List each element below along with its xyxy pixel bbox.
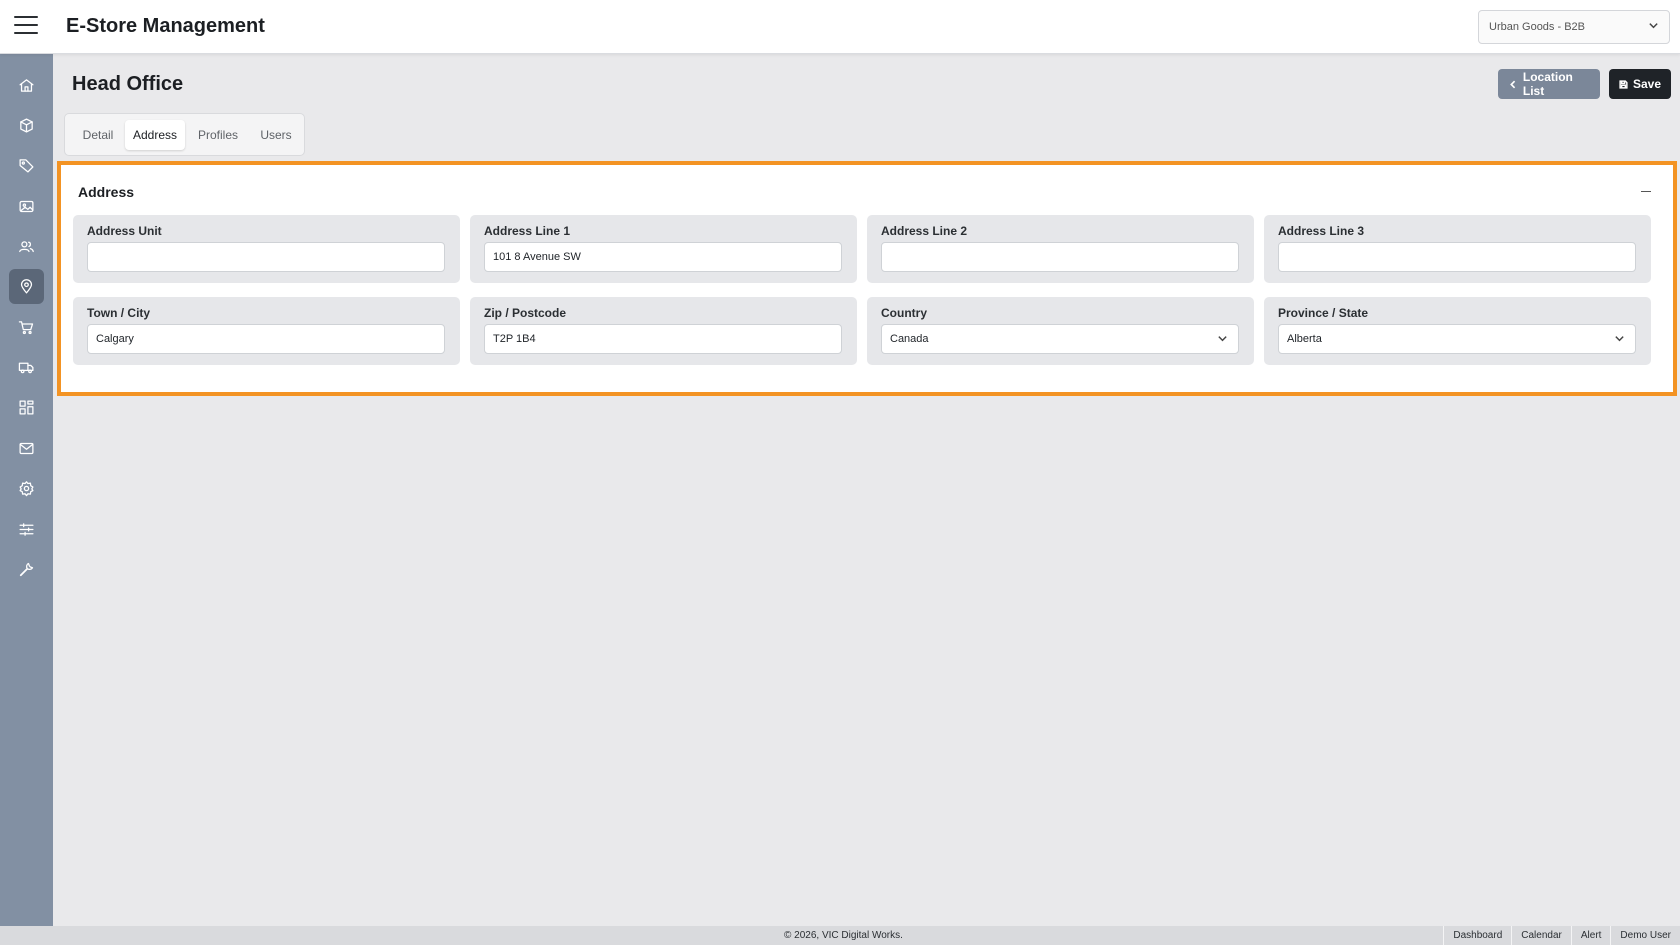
location-list-label: Location List <box>1522 70 1573 98</box>
sidebar-item-media[interactable] <box>9 189 44 224</box>
address-unit-input[interactable] <box>87 242 445 272</box>
field-label: Address Unit <box>87 224 162 238</box>
footer-link-dashboard[interactable]: Dashboard <box>1443 926 1511 945</box>
footer-links: Dashboard Calendar Alert Demo User <box>1443 926 1680 945</box>
wrench-icon <box>19 562 34 577</box>
chevron-down-icon <box>1614 333 1625 347</box>
address-line-3-input[interactable] <box>1278 242 1636 272</box>
tag-icon <box>19 159 34 173</box>
collapse-icon[interactable] <box>1638 183 1654 199</box>
sidebar-item-products[interactable] <box>9 108 44 143</box>
chevron-down-icon <box>1648 20 1659 34</box>
sidebar-item-shipping[interactable] <box>9 350 44 385</box>
field-label: Town / City <box>87 306 151 320</box>
sliders-icon <box>19 523 34 536</box>
page-title: Head Office <box>72 73 184 95</box>
field-label: Address Line 2 <box>881 224 968 238</box>
town-city-field: Town / City Calgary <box>73 297 460 365</box>
footer-link-user[interactable]: Demo User <box>1610 926 1680 945</box>
field-label: Province / State <box>1278 306 1369 320</box>
tab-bar: Detail Address Profiles Users <box>64 113 305 156</box>
save-button[interactable]: Save <box>1609 69 1671 99</box>
sidebar <box>0 54 53 926</box>
users-icon <box>19 241 34 253</box>
province-state-select[interactable]: Alberta <box>1278 324 1636 354</box>
address-line-1-field: Address Line 1 101 8 Avenue SW <box>470 215 857 283</box>
address-line-1-input[interactable]: 101 8 Avenue SW <box>484 242 842 272</box>
sidebar-item-customers[interactable] <box>9 229 44 264</box>
sidebar-item-pricing[interactable] <box>9 148 44 183</box>
field-label: Address Line 1 <box>484 224 571 238</box>
chevron-left-icon <box>1510 80 1516 88</box>
zip-postcode-field: Zip / Postcode T2P 1B4 <box>470 297 857 365</box>
sidebar-item-filters[interactable] <box>9 512 44 547</box>
location-list-button[interactable]: Location List <box>1498 69 1600 99</box>
address-unit-field: Address Unit <box>73 215 460 283</box>
country-field: Country Canada <box>867 297 1254 365</box>
hamburger-menu-icon[interactable] <box>14 16 38 36</box>
save-icon <box>1619 79 1628 89</box>
province-state-select-value: Alberta <box>1287 333 1322 345</box>
sidebar-item-settings[interactable] <box>9 471 44 506</box>
footer-link-alert[interactable]: Alert <box>1570 926 1611 945</box>
grid-icon <box>19 400 34 415</box>
cart-icon <box>18 321 34 335</box>
address-line-2-input[interactable] <box>881 242 1239 272</box>
sidebar-item-orders[interactable] <box>9 310 44 345</box>
chevron-down-icon <box>1217 333 1228 347</box>
map-pin-icon <box>20 279 33 294</box>
sidebar-item-messages[interactable] <box>9 431 44 466</box>
town-city-input[interactable]: Calgary <box>87 324 445 354</box>
country-select[interactable]: Canada <box>881 324 1239 354</box>
province-state-field: Province / State Alberta <box>1264 297 1651 365</box>
sidebar-item-tools[interactable] <box>9 552 44 587</box>
truck-icon <box>18 362 34 374</box>
store-selector-value: Urban Goods - B2B <box>1489 21 1585 33</box>
country-select-value: Canada <box>890 333 929 345</box>
tab-address[interactable]: Address <box>125 120 185 150</box>
address-panel-title: Address <box>78 184 135 200</box>
zip-postcode-input[interactable]: T2P 1B4 <box>484 324 842 354</box>
field-label: Address Line 3 <box>1278 224 1365 238</box>
save-label: Save <box>1632 77 1661 91</box>
tab-users[interactable]: Users <box>251 120 301 150</box>
mail-icon <box>19 442 34 455</box>
image-icon <box>19 200 34 213</box>
address-line-3-field: Address Line 3 <box>1264 215 1651 283</box>
copyright-text: © 2026, VIC Digital Works. <box>784 930 903 941</box>
app-title: E-Store Management <box>66 15 265 37</box>
sidebar-item-home[interactable] <box>9 68 44 103</box>
sidebar-item-locations[interactable] <box>9 269 44 304</box>
footer: © 2026, VIC Digital Works. Dashboard Cal… <box>0 926 1680 945</box>
field-label: Country <box>881 306 927 320</box>
top-header: E-Store Management Urban Goods - B2B <box>0 0 1680 54</box>
sidebar-item-widgets[interactable] <box>9 390 44 425</box>
tab-profiles[interactable]: Profiles <box>187 120 249 150</box>
store-selector[interactable]: Urban Goods - B2B <box>1478 10 1670 44</box>
home-icon <box>19 79 34 92</box>
gear-icon <box>19 481 34 497</box>
field-label: Zip / Postcode <box>484 306 567 320</box>
address-line-2-field: Address Line 2 <box>867 215 1254 283</box>
box-icon <box>20 118 33 133</box>
footer-link-calendar[interactable]: Calendar <box>1511 926 1571 945</box>
tab-detail[interactable]: Detail <box>71 120 125 150</box>
